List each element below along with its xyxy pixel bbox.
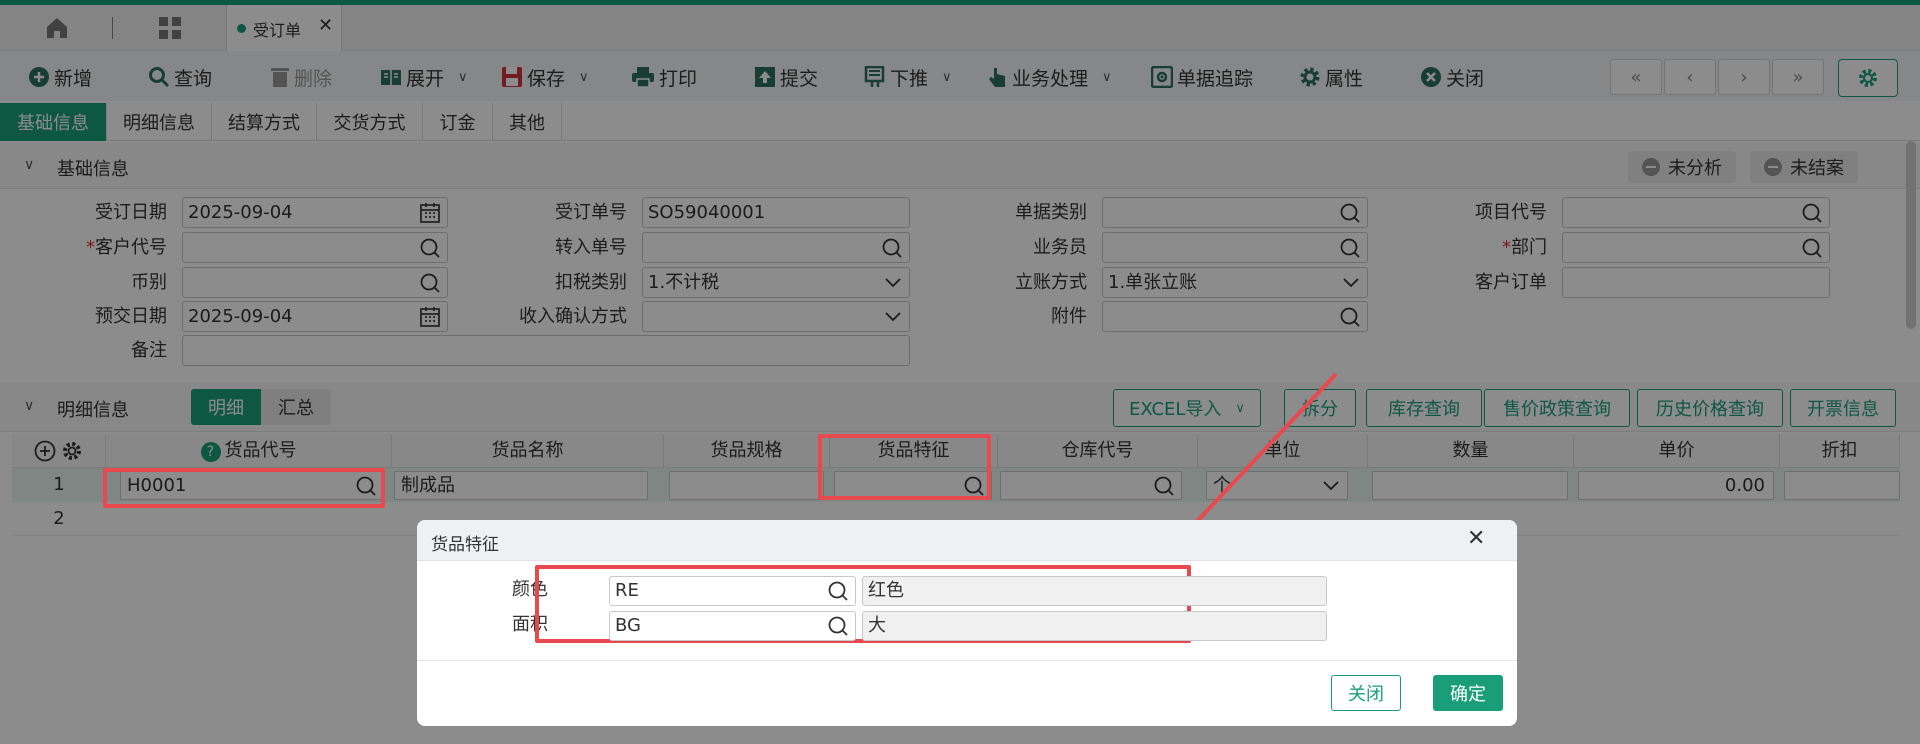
feature-area-label: 面积: [512, 614, 548, 635]
dialog-footer-divider: [417, 660, 1517, 661]
dialog-close-button[interactable]: 关闭: [1331, 675, 1401, 711]
feature-area-code-value: BG: [615, 615, 641, 636]
feature-color-name-field: 红色: [862, 576, 1327, 606]
dialog-header: 货品特征 ✕: [417, 520, 1517, 561]
dialog-close-icon[interactable]: ✕: [1467, 526, 1485, 551]
search-icon[interactable]: [827, 580, 849, 611]
feature-color-code-value: RE: [615, 580, 639, 601]
search-icon[interactable]: [827, 615, 849, 646]
dialog-title: 货品特征: [431, 535, 499, 555]
dialog-ok-button[interactable]: 确定: [1433, 675, 1503, 711]
feature-color-label: 颜色: [512, 579, 548, 600]
feature-color-code-field[interactable]: RE: [609, 576, 856, 606]
feature-area-name-field: 大: [862, 611, 1327, 641]
feature-area-code-field[interactable]: BG: [609, 611, 856, 641]
order-page: 受订单 ✕ 新增 查询 删除 展开 ∨ 保存 ∨ 打印 提交 下推 ∨ 业务处理…: [0, 0, 1920, 744]
